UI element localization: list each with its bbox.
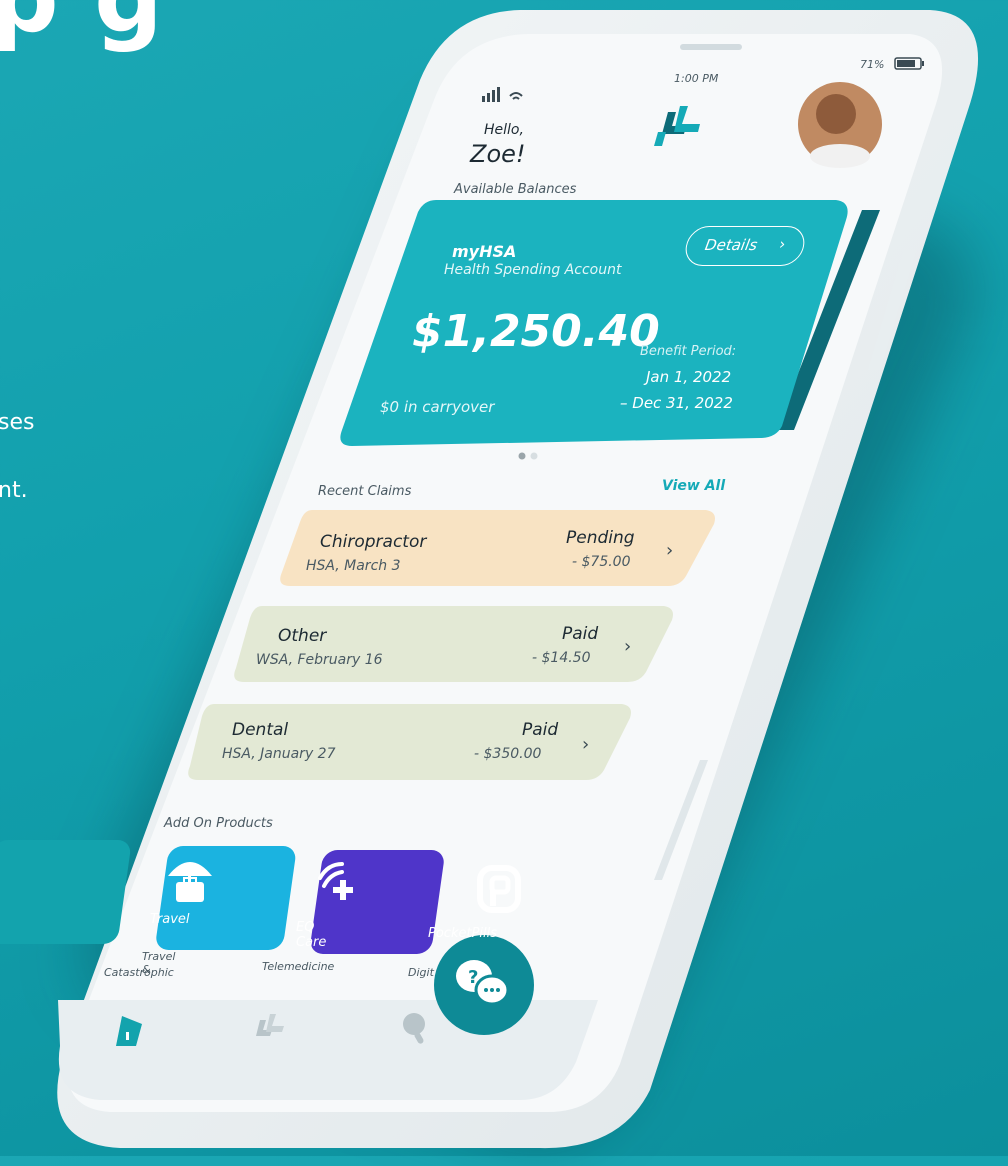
- period-end: – Dec 31, 2022: [620, 394, 733, 412]
- product-caption: Telemedicine: [262, 960, 335, 973]
- signal-plus-icon: [318, 862, 353, 900]
- section-label-claims: Recent Claims: [318, 484, 412, 499]
- chevron-right-icon: ›: [624, 636, 632, 657]
- chevron-right-icon: ›: [777, 235, 787, 253]
- claim-subtitle: WSA, February 16: [256, 652, 383, 668]
- chat-bubbles-icon[interactable]: ?: [446, 952, 522, 1022]
- period-start: Jan 1, 2022: [646, 368, 732, 386]
- chevron-right-icon: ›: [666, 540, 674, 561]
- details-label: Details: [703, 236, 759, 254]
- view-all-link[interactable]: View All: [662, 478, 725, 494]
- claim-amount: - $75.00: [572, 554, 631, 570]
- home-icon[interactable]: [110, 1010, 150, 1050]
- account-name: myHSA: [452, 242, 517, 261]
- claim-amount: - $14.50: [532, 650, 591, 666]
- plus-logo-icon[interactable]: [250, 1010, 290, 1050]
- umbrella-suitcase-icon: [168, 862, 212, 902]
- claim-status: Pending: [566, 528, 635, 548]
- claim-subtitle: HSA, March 3: [306, 558, 401, 574]
- claim-title: Dental: [232, 720, 289, 740]
- claim-status: Paid: [522, 720, 559, 740]
- search-icon[interactable]: [396, 1008, 436, 1048]
- claim-subtitle: HSA, January 27: [222, 746, 336, 762]
- claim-title: Chiropractor: [320, 532, 427, 552]
- account-type: Health Spending Account: [444, 262, 622, 278]
- app-screen: 1:00 PM 71% Hello, Zoe! Available Balanc…: [0, 0, 1008, 1156]
- claim-amount: - $350.00: [474, 746, 542, 762]
- claim-title: Other: [278, 626, 327, 646]
- section-label-products: Add On Products: [164, 816, 273, 831]
- product-caption: Digit: [408, 966, 434, 979]
- claim-status: Paid: [562, 624, 599, 644]
- details-button[interactable]: Details ›: [682, 226, 808, 266]
- product-tile-label: PocketPills: [428, 926, 498, 941]
- carryover-text: $0 in carryover: [380, 398, 495, 416]
- pocketpills-p-icon: [477, 865, 521, 913]
- product-tile-label: Travel: [150, 912, 190, 927]
- product-tile-label: EQ Care: [296, 920, 327, 950]
- product-caption: Catastrophic: [104, 966, 174, 979]
- benefit-period-label: Benefit Period:: [640, 344, 737, 359]
- chevron-right-icon: ›: [582, 734, 590, 755]
- balance-amount: $1,250.40: [412, 306, 660, 357]
